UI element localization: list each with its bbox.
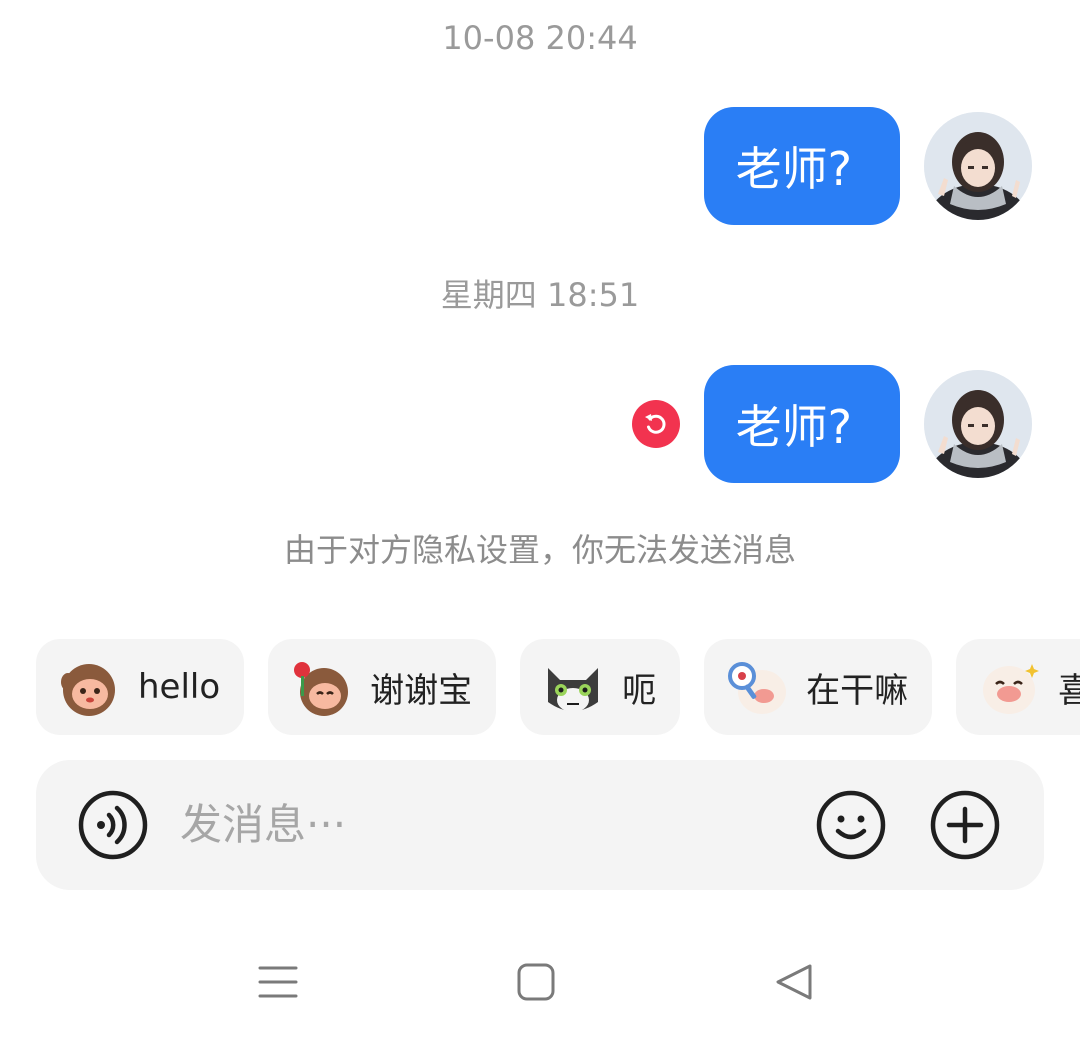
system-navigation-bar [0,940,1080,1024]
message-row: 老师? [631,364,1032,484]
message-bubble[interactable]: 老师? [703,365,900,483]
avatar-image [924,112,1032,220]
message-timestamp: 10-08 20:44 [442,19,638,57]
quick-reply-chip[interactable]: 谢谢宝 [268,639,497,735]
quick-reply-chip[interactable]: 在干嘛 [704,639,933,735]
message-timestamp: 星期四 18:51 [440,276,640,314]
back-icon[interactable] [772,960,816,1004]
retry-arrow-icon [644,414,666,434]
menu-icon[interactable] [256,960,300,1004]
message-row: 老师? [703,106,1032,226]
sheep-happy-sticker-icon [976,654,1042,720]
plus-circle-icon[interactable] [930,790,1000,860]
privacy-system-note: 由于对方隐私设置，你无法发送消息 [283,531,796,569]
monkey-wave-sticker-icon [56,654,122,720]
quick-reply-label: 喜 [1058,670,1080,711]
message-input-bar: 发消息··· [36,760,1044,890]
quick-reply-bar: hello 谢谢宝 呃 在干嘛 喜 [36,639,1080,735]
voice-icon[interactable] [78,790,148,860]
chat-screen: 10-08 20:44 老师? 星期四 18:51 老师? 由于对方隐私设置，你… [0,0,1080,1046]
quick-reply-chip[interactable]: 呃 [520,639,681,735]
monkey-rose-sticker-icon [288,654,354,720]
avatar-image [924,370,1032,478]
quick-reply-chip[interactable]: hello [36,639,245,735]
home-icon[interactable] [514,960,558,1004]
avatar[interactable] [924,370,1032,478]
quick-reply-label: 在干嘛 [806,670,909,711]
quick-reply-label: hello [138,667,221,707]
resend-icon[interactable] [631,400,680,448]
emoji-icon[interactable] [816,790,886,860]
cat-speechless-sticker-icon [540,654,606,720]
message-input[interactable]: 发消息··· [180,800,346,850]
sheep-magnifier-sticker-icon [724,654,790,720]
avatar[interactable] [924,112,1032,220]
quick-reply-chip[interactable]: 喜 [956,639,1080,735]
quick-reply-label: 谢谢宝 [370,670,473,711]
quick-reply-label: 呃 [622,670,657,711]
message-bubble[interactable]: 老师? [703,107,900,225]
